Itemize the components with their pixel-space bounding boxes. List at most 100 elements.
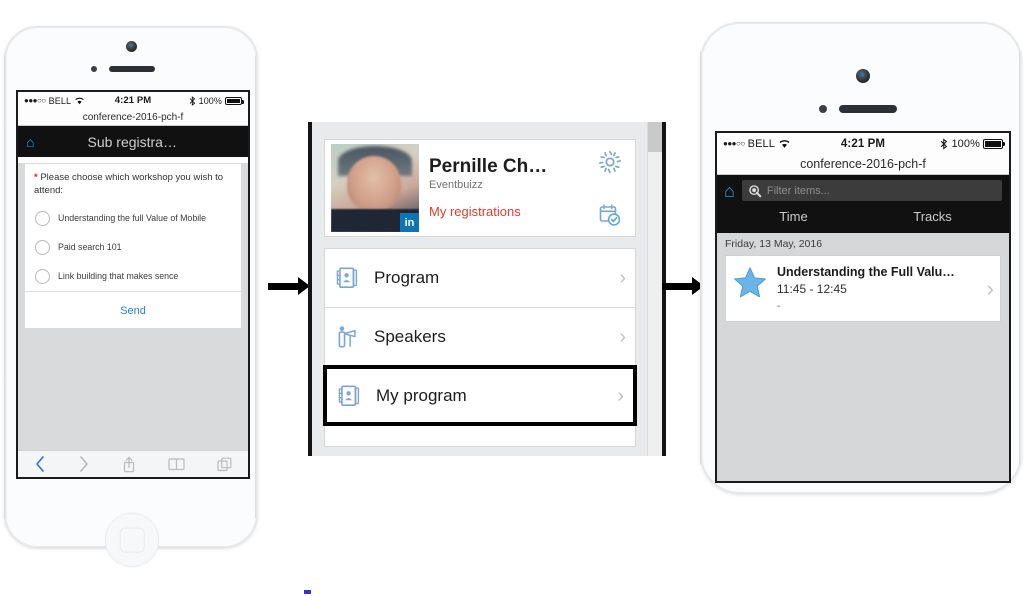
wifi-icon [779, 140, 790, 148]
radio-button[interactable] [35, 239, 50, 255]
front-camera [126, 41, 137, 52]
profile-meta: Pernille Ch… Eventbuizz My registrations [419, 157, 593, 220]
search-icon [749, 184, 762, 197]
form-question: * Please choose which workshop you wish … [25, 164, 241, 204]
status-bar-right: 100% [885, 137, 1006, 150]
session-row[interactable]: Understanding the Full Valu… 11:45 - 12:… [725, 255, 1001, 322]
phone-3: ●●●○○ BELL 4:21 PM 100% conference-2016-… [700, 22, 1022, 494]
earpiece-speaker [839, 105, 897, 113]
my-registrations-link[interactable]: My registrations [429, 204, 593, 219]
status-bar: ●●●○○ BELL 4:21 PM 100% [717, 133, 1009, 154]
tab-bar: Time Tracks [724, 201, 1002, 233]
battery-percent: 100% [951, 137, 981, 150]
carrier-label: BELL [747, 137, 775, 150]
menu-item-program[interactable]: Program › [324, 248, 636, 307]
gear-icon[interactable] [597, 149, 623, 175]
phone-1: ●●●○○ BELL 4:21 PM 100% conference-2016-… [4, 26, 258, 567]
avatar-detail [346, 156, 402, 211]
menu-item-my-program[interactable]: My program › [324, 366, 636, 425]
phone-1-content: * Please choose which workshop you wish … [18, 163, 248, 477]
tab-tracks[interactable]: Tracks [863, 201, 1002, 233]
proximity-sensor [819, 105, 827, 113]
profile-card[interactable]: in Pernille Ch… Eventbuizz My registrati… [324, 139, 636, 237]
profile-name: Pernille Ch… [429, 156, 548, 177]
scrollbar-thumb[interactable] [648, 122, 662, 152]
day-header: Friday, 13 May, 2016 [717, 233, 1009, 255]
radio-option-label: Link building that makes sence [58, 271, 179, 282]
radio-button[interactable] [35, 210, 50, 226]
flow-arrow-1 [268, 277, 310, 295]
radio-option-1[interactable]: Paid search 101 [25, 233, 241, 262]
chevron-right-icon: › [617, 384, 624, 407]
home-icon[interactable]: ⌂ [724, 182, 735, 200]
url-bar[interactable]: conference-2016-pch-f [18, 109, 248, 126]
registration-form: * Please choose which workshop you wish … [24, 163, 242, 329]
menu-item-partial[interactable] [324, 425, 636, 447]
status-bar: ●●●○○ BELL 4:21 PM 100% [18, 92, 248, 109]
status-bar-right: 100% [151, 95, 245, 106]
session-time: 11:45 - 12:45 [777, 282, 847, 296]
front-camera [856, 69, 870, 83]
status-time: 4:21 PM [840, 137, 886, 150]
session-subtitle: - [777, 301, 781, 312]
speaker-podium-icon [338, 326, 356, 348]
status-bar-left: ●●●○○ BELL [723, 138, 841, 150]
radio-button[interactable] [35, 268, 50, 284]
url-bar[interactable]: conference-2016-pch-f [717, 154, 1009, 175]
search-placeholder: Filter items... [766, 184, 830, 197]
session-title: Understanding the Full Valu… [777, 265, 955, 279]
signal-dots-icon: ●●●○○ [24, 96, 46, 105]
flow-diagram: ●●●○○ BELL 4:21 PM 100% conference-2016-… [0, 0, 1024, 596]
profile-organization: Eventbuizz [429, 179, 483, 192]
required-marker: * [34, 172, 38, 183]
back-chevron-icon[interactable] [34, 455, 46, 473]
page-marker [304, 590, 311, 594]
menu-item-label: My program [376, 385, 467, 405]
url-text: conference-2016-pch-f [82, 111, 184, 123]
share-icon[interactable] [122, 456, 136, 473]
proximity-sensor [91, 66, 97, 72]
send-button[interactable]: Send [25, 290, 241, 328]
arrow-shaft [268, 282, 298, 290]
battery-percent: 100% [198, 95, 223, 106]
calendar-check-icon[interactable] [598, 203, 622, 227]
program-card-icon [336, 267, 358, 288]
tab-time[interactable]: Time [724, 201, 863, 233]
star-icon[interactable] [732, 265, 768, 301]
avatar: in [331, 144, 419, 232]
home-button[interactable] [105, 513, 159, 567]
book-icon[interactable] [168, 457, 185, 471]
signal-dots-icon: ●●●○○ [723, 139, 745, 148]
phone-3-content: Friday, 13 May, 2016 Understanding the F… [717, 233, 1009, 481]
menu-item-speakers[interactable]: Speakers › [324, 307, 636, 366]
radio-option-2[interactable]: Link building that makes sence [25, 262, 241, 291]
battery-icon [983, 138, 1006, 149]
battery-icon [225, 96, 245, 105]
chevron-right-icon: › [986, 275, 994, 301]
tabs-icon[interactable] [217, 457, 232, 472]
status-time: 4:21 PM [114, 95, 152, 106]
program-card-icon [338, 385, 360, 406]
forward-chevron-icon[interactable] [78, 455, 90, 473]
form-question-text: Please choose which workshop you wish to… [34, 172, 224, 196]
main-menu-list: Program › Speakers › My program › [324, 248, 636, 456]
phone-1-screen: ●●●○○ BELL 4:21 PM 100% conference-2016-… [16, 90, 250, 479]
chevron-right-icon: › [619, 326, 626, 348]
bluetooth-icon [941, 137, 948, 150]
phone-3-bezel-left [700, 51, 703, 465]
phone-3-screen: ●●●○○ BELL 4:21 PM 100% conference-2016-… [715, 131, 1011, 483]
phone-3-app-header: ⌂ Filter items... Time Tracks [717, 175, 1009, 233]
bluetooth-icon [189, 95, 195, 106]
home-icon[interactable]: ⌂ [26, 135, 34, 149]
safari-toolbar [18, 450, 248, 477]
vertical-scrollbar[interactable] [647, 122, 662, 456]
phone-1-app-header: ⌂ Sub registra… [18, 126, 248, 157]
carrier-label: BELL [48, 95, 72, 106]
earpiece-speaker [109, 66, 155, 72]
filter-row: ⌂ Filter items... [724, 180, 1002, 201]
radio-option-0[interactable]: Understanding the full Value of Mobile [25, 204, 241, 233]
search-input[interactable]: Filter items... [741, 180, 1002, 201]
flow-arrow-2 [662, 277, 704, 295]
linkedin-badge-icon[interactable]: in [400, 213, 419, 232]
send-button-label: Send [120, 304, 146, 317]
